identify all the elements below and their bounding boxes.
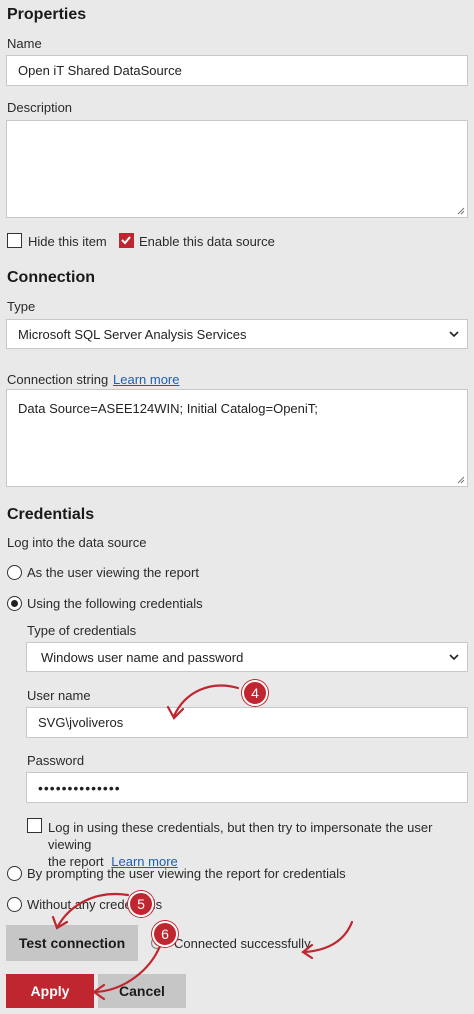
radio-prompt-user-label: By prompting the user viewing the report…	[27, 866, 346, 881]
username-value: SVG\jvoliveros	[38, 715, 124, 730]
resize-grip-icon[interactable]	[457, 476, 465, 484]
connection-string-value: Data Source=ASEE124WIN; Initial Catalog=…	[18, 401, 318, 416]
annotation-badge-4: 4	[242, 680, 268, 706]
connection-heading: Connection	[7, 269, 95, 286]
enable-data-source-checkbox[interactable]	[119, 233, 134, 248]
radio-prompt-user[interactable]	[7, 866, 22, 881]
connection-status-text: Connected successfully	[174, 936, 311, 951]
username-label: User name	[27, 688, 91, 703]
password-label: Password	[27, 753, 85, 768]
type-label: Type	[7, 299, 36, 314]
credentials-type-value: Windows user name and password	[41, 649, 244, 665]
cancel-button[interactable]: Cancel	[98, 974, 186, 1008]
credentials-type-label: Type of credentials	[27, 623, 137, 638]
hide-item-checkbox[interactable]	[7, 233, 22, 248]
hide-item-label: Hide this item	[28, 234, 107, 249]
annotation-badge-6: 6	[152, 921, 178, 947]
enable-data-source-label: Enable this data source	[139, 234, 275, 249]
username-input[interactable]: SVG\jvoliveros	[26, 707, 468, 738]
password-input[interactable]: ••••••••••••••	[26, 772, 468, 803]
log-into-label: Log into the data source	[7, 535, 147, 550]
radio-following-credentials-label: Using the following credentials	[27, 596, 203, 611]
chevron-down-icon	[449, 331, 459, 338]
connection-string-label: Connection string	[7, 372, 109, 387]
resize-grip-icon[interactable]	[457, 207, 465, 215]
impersonate-label-line1: Log in using these credentials, but then…	[48, 820, 433, 852]
credentials-heading: Credentials	[7, 506, 95, 523]
radio-following-credentials[interactable]	[7, 596, 22, 611]
type-select-value: Microsoft SQL Server Analysis Services	[18, 326, 247, 342]
chevron-down-icon	[449, 654, 459, 661]
apply-button[interactable]: Apply	[6, 974, 94, 1008]
name-label: Name	[7, 36, 42, 51]
connection-learn-more-link[interactable]: Learn more	[113, 372, 179, 387]
checkmark-icon	[121, 236, 131, 245]
name-input[interactable]: Open iT Shared DataSource	[6, 55, 468, 86]
name-input-value: Open iT Shared DataSource	[18, 63, 182, 78]
impersonate-checkbox[interactable]	[27, 818, 42, 833]
impersonate-label: Log in using these credentials, but then…	[48, 819, 468, 870]
annotation-badge-5: 5	[128, 891, 154, 917]
credentials-type-select[interactable]: Windows user name and password	[26, 642, 468, 672]
radio-as-viewer[interactable]	[7, 565, 22, 580]
properties-heading: Properties	[7, 6, 87, 23]
radio-without-credentials[interactable]	[7, 897, 22, 912]
description-label: Description	[7, 100, 73, 115]
radio-as-viewer-label: As the user viewing the report	[27, 565, 199, 580]
test-connection-button[interactable]: Test connection	[6, 925, 138, 961]
type-select[interactable]: Microsoft SQL Server Analysis Services	[6, 319, 468, 349]
password-mask: ••••••••••••••	[38, 779, 121, 796]
description-textarea[interactable]	[6, 120, 468, 218]
connection-string-textarea[interactable]: Data Source=ASEE124WIN; Initial Catalog=…	[6, 389, 468, 487]
